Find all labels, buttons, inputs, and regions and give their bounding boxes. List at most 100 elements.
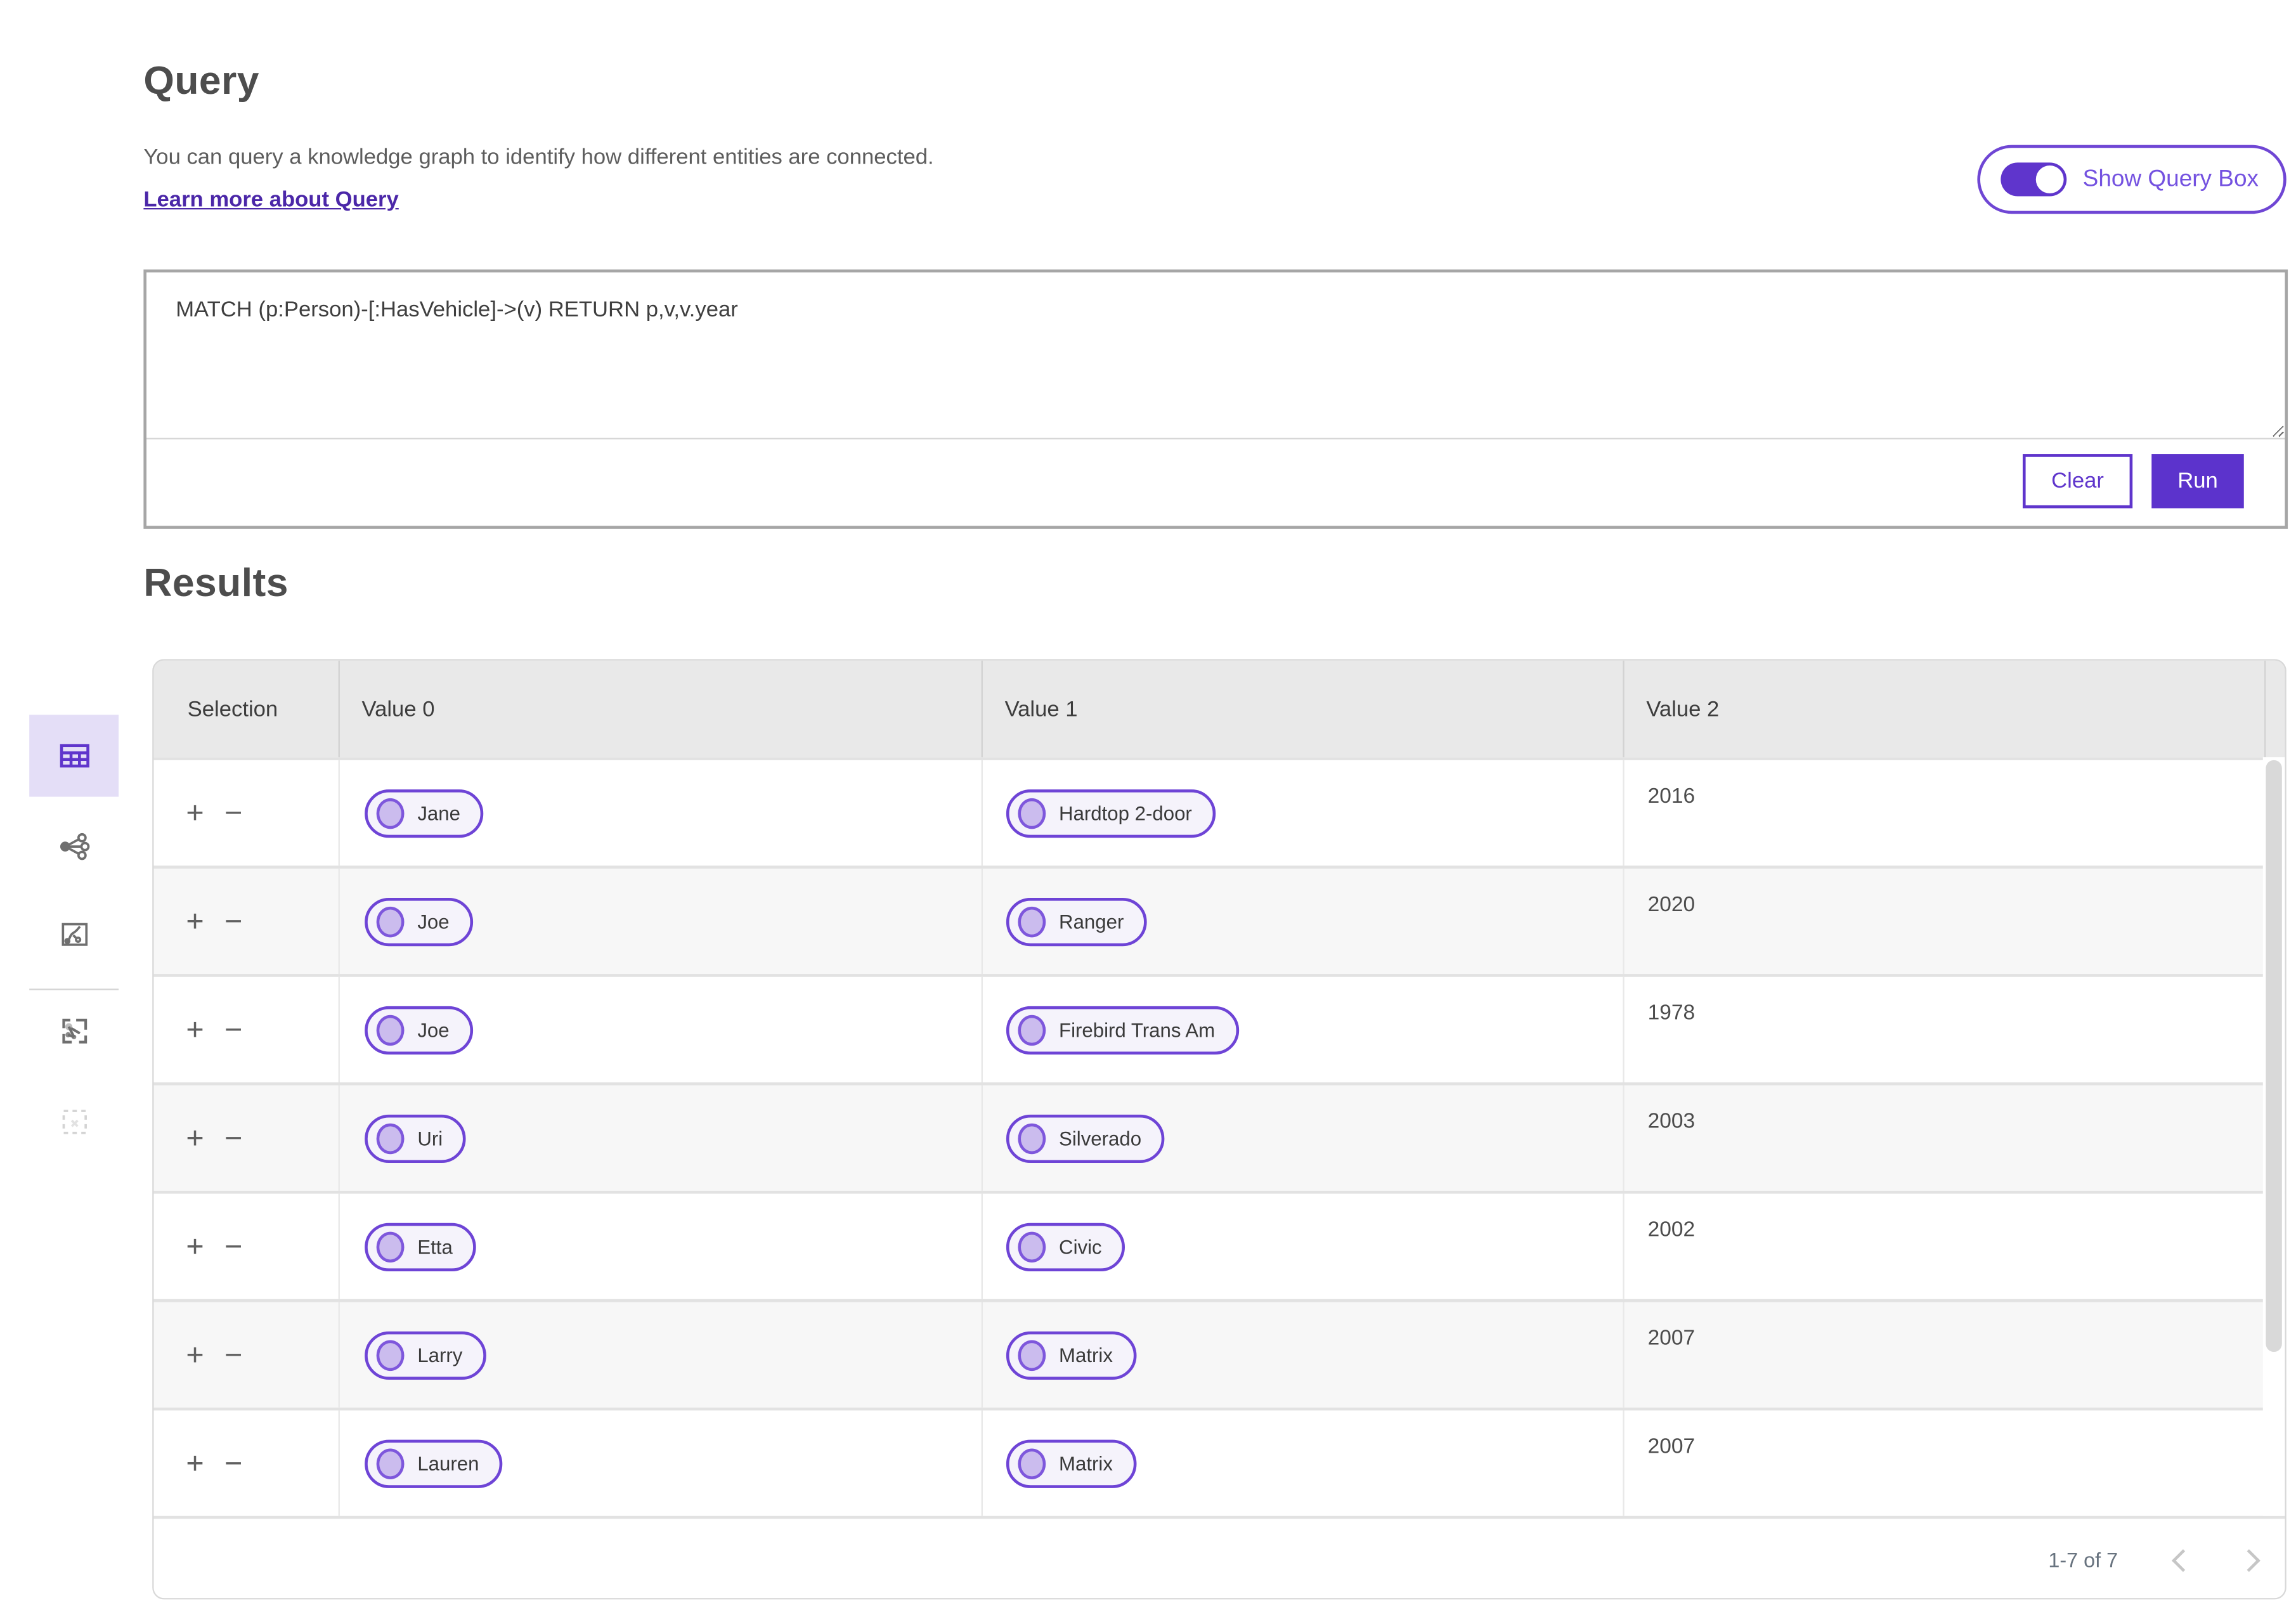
person-entity-pill[interactable]: Lauren (365, 1439, 503, 1488)
vehicle-entity-label: Civic (1059, 1235, 1102, 1258)
vehicle-entity-pill[interactable]: Matrix (1006, 1439, 1136, 1488)
sidebar-item-table-view[interactable] (29, 715, 119, 797)
vehicle-entity-label: Matrix (1059, 1344, 1113, 1366)
remove-from-graph-button[interactable]: − (224, 1448, 242, 1479)
value1-cell: Firebird Trans Am (983, 976, 1625, 1083)
value0-cell: Uri (340, 1085, 983, 1191)
node-circle-icon (1018, 905, 1046, 937)
table-body: + − Jane Hardtop 2-door 2016 + − Joe Ran… (153, 757, 2285, 1516)
table-row: + − Jane Hardtop 2-door 2016 (153, 757, 2285, 866)
sidebar-item-graph-view[interactable] (29, 805, 119, 887)
value2-cell: 2007 (1625, 1302, 2266, 1408)
person-entity-label: Jane (417, 801, 460, 824)
chevron-left-icon (2170, 1548, 2194, 1572)
row-selection-cell: + − (154, 868, 340, 975)
network-graph-icon (59, 833, 89, 860)
node-circle-icon (376, 1231, 405, 1262)
value1-cell: Ranger (983, 868, 1625, 975)
vehicle-entity-pill[interactable]: Hardtop 2-door (1006, 788, 1216, 838)
person-entity-pill[interactable]: Joe (365, 897, 473, 946)
year-value: 2007 (1647, 1435, 1696, 1459)
add-to-graph-button[interactable]: + (186, 798, 204, 829)
person-entity-pill[interactable]: Joe (365, 1005, 473, 1054)
toggle-switch-icon[interactable] (2001, 162, 2067, 197)
vehicle-entity-label: Hardtop 2-door (1059, 801, 1192, 824)
table-scrollbar[interactable] (2262, 757, 2285, 1516)
year-value: 1978 (1647, 1001, 1696, 1025)
clear-button[interactable]: Clear (2022, 454, 2133, 509)
person-entity-label: Etta (417, 1235, 453, 1258)
value0-cell: Jane (340, 760, 983, 866)
toggle-label: Show Query Box (2082, 166, 2259, 191)
value0-cell: Joe (340, 976, 983, 1083)
node-circle-icon (1018, 1014, 1046, 1046)
table-header-row: Selection Value 0 Value 1 Value 2 (153, 660, 2285, 758)
table-row: + − Larry Matrix 2007 (153, 1299, 2285, 1408)
show-query-box-toggle[interactable]: Show Query Box (1977, 145, 2286, 214)
value1-cell: Matrix (983, 1302, 1625, 1408)
add-to-graph-button[interactable]: + (186, 1123, 204, 1154)
value1-cell: Silverado (983, 1085, 1625, 1191)
graph-selection-icon (62, 1018, 87, 1044)
person-entity-pill[interactable]: Jane (365, 788, 484, 838)
row-selection-cell: + − (154, 1193, 340, 1299)
vehicle-entity-label: Ranger (1059, 910, 1124, 933)
selection-box-icon (62, 1110, 86, 1134)
learn-more-link[interactable]: Learn more about Query (143, 188, 398, 212)
person-entity-pill[interactable]: Etta (365, 1222, 476, 1271)
remove-from-graph-button[interactable]: − (224, 1015, 242, 1046)
table-row: + − Joe Ranger 2020 (153, 866, 2285, 975)
sidebar-item-route-view[interactable] (29, 893, 119, 975)
next-page-button[interactable] (2231, 1542, 2266, 1577)
column-header-selection: Selection (154, 660, 340, 758)
vehicle-entity-pill[interactable]: Civic (1006, 1222, 1125, 1271)
node-circle-icon (1018, 1122, 1046, 1154)
year-value: 2003 (1647, 1110, 1696, 1134)
value1-cell: Civic (983, 1193, 1625, 1299)
query-panel: MATCH (p:Person)-[:HasVehicle]->(v) RETU… (143, 269, 2288, 529)
node-circle-icon (1018, 1231, 1046, 1262)
vehicle-entity-pill[interactable]: Silverado (1006, 1113, 1165, 1162)
remove-from-graph-button[interactable]: − (224, 906, 242, 937)
query-input[interactable]: MATCH (p:Person)-[:HasVehicle]->(v) RETU… (146, 272, 2285, 439)
add-to-graph-button[interactable]: + (186, 906, 204, 937)
add-to-graph-button[interactable]: + (186, 1231, 204, 1262)
year-value: 2016 (1647, 785, 1696, 809)
node-circle-icon (1018, 1448, 1046, 1479)
row-selection-cell: + − (154, 1085, 340, 1191)
year-value: 2020 (1647, 893, 1696, 917)
scrollbar-thumb[interactable] (2266, 760, 2282, 1352)
value2-cell: 2007 (1625, 1410, 2266, 1515)
previous-page-button[interactable] (2165, 1542, 2200, 1577)
remove-from-graph-button[interactable]: − (224, 1123, 242, 1154)
vehicle-entity-pill[interactable]: Firebird Trans Am (1006, 1005, 1239, 1054)
table-view-icon (59, 744, 89, 768)
vehicle-entity-pill[interactable]: Matrix (1006, 1330, 1136, 1379)
results-table: Selection Value 0 Value 1 Value 2 + − Ja… (152, 659, 2286, 1600)
add-to-graph-button[interactable]: + (186, 1448, 204, 1479)
person-entity-pill[interactable]: Larry (365, 1330, 486, 1379)
add-to-graph-button[interactable]: + (186, 1015, 204, 1046)
run-button[interactable]: Run (2151, 454, 2244, 509)
value1-cell: Matrix (983, 1410, 1625, 1516)
value0-cell: Larry (340, 1302, 983, 1408)
person-entity-label: Lauren (417, 1452, 479, 1474)
add-to-graph-button[interactable]: + (186, 1339, 204, 1370)
query-section-title: Query (143, 58, 259, 103)
table-row: + − Joe Firebird Trans Am 1978 (153, 974, 2285, 1083)
query-actions-bar: Clear Run (146, 439, 2285, 523)
node-circle-icon (376, 1122, 405, 1154)
node-circle-icon (376, 797, 405, 829)
sidebar-item-graph-selection[interactable] (29, 990, 119, 1072)
node-circle-icon (1018, 1339, 1046, 1370)
value2-cell: 2002 (1625, 1194, 2266, 1299)
remove-from-graph-button[interactable]: − (224, 798, 242, 829)
remove-from-graph-button[interactable]: − (224, 1231, 242, 1262)
table-row: + − Lauren Matrix 2007 (153, 1407, 2285, 1516)
row-selection-cell: + − (154, 1302, 340, 1408)
remove-from-graph-button[interactable]: − (224, 1339, 242, 1370)
toggle-knob (2035, 165, 2064, 193)
vehicle-entity-pill[interactable]: Ranger (1006, 897, 1148, 946)
table-footer: 1-7 of 7 (153, 1515, 2285, 1599)
person-entity-pill[interactable]: Uri (365, 1113, 467, 1162)
